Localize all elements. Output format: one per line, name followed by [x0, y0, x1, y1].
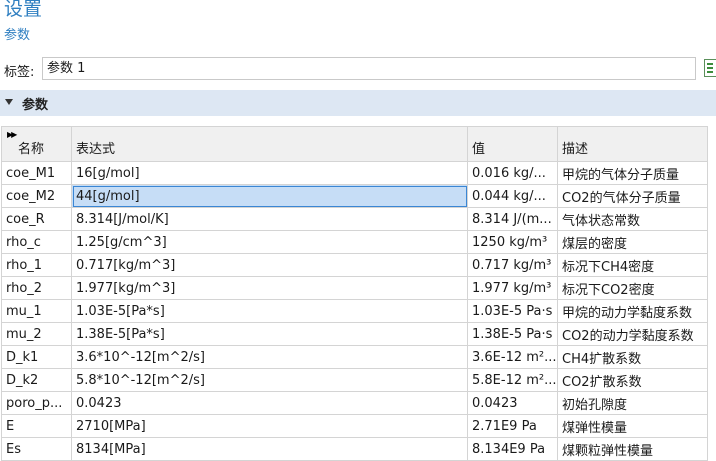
cell-description[interactable]: CO2的气体分子质量: [557, 184, 708, 208]
cell-value: 8.134E9 Pa: [467, 437, 558, 461]
table-row[interactable]: rho_2 1.977[kg/m^3] 1.977 kg/m³ 标况下CO2密度: [1, 276, 708, 300]
cell-name[interactable]: D_k1: [1, 345, 72, 369]
cell-description[interactable]: 甲烷的动力学黏度系数: [557, 299, 708, 323]
table-row[interactable]: mu_1 1.03E-5[Pa*s] 1.03E-5 Pa·s 甲烷的动力学黏度…: [1, 299, 708, 323]
table-row[interactable]: rho_1 0.717[kg/m^3] 0.717 kg/m³ 标况下CH4密度: [1, 253, 708, 277]
table-row[interactable]: D_k1 3.6*10^-12[m^2/s] 3.6E-12 m²... CH4…: [1, 345, 708, 369]
expand-columns-icon[interactable]: ▶▶: [7, 130, 17, 139]
cell-name[interactable]: mu_1: [1, 299, 72, 323]
cell-description[interactable]: CO2扩散系数: [557, 368, 708, 392]
cell-description[interactable]: 初始孔隙度: [557, 391, 708, 415]
cell-name[interactable]: coe_M1: [1, 161, 72, 185]
cell-expression[interactable]: 16[g/mol]: [71, 161, 468, 185]
section-label: 参数: [22, 98, 49, 113]
cell-expression[interactable]: 0.0423: [71, 391, 468, 415]
cell-name[interactable]: rho_1: [1, 253, 72, 277]
cell-name[interactable]: rho_c: [1, 230, 72, 254]
parameters-table: ▶▶ 名称 表达式 值 描述 coe_M1 16[g/mol] 0.016 kg…: [1, 126, 708, 461]
cell-expression[interactable]: 1.03E-5[Pa*s]: [71, 299, 468, 323]
page-subtitle: 参数: [4, 28, 31, 43]
cell-expression[interactable]: 1.977[kg/m^3]: [71, 276, 468, 300]
cell-description[interactable]: CH4扩散系数: [557, 345, 708, 369]
column-header-expression[interactable]: 表达式: [71, 126, 468, 162]
cell-value: 1.977 kg/m³: [467, 276, 558, 300]
table-row[interactable]: Es 8134[MPa] 8.134E9 Pa 煤颗粒弹性模量: [1, 437, 708, 461]
table-row[interactable]: mu_2 1.38E-5[Pa*s] 1.38E-5 Pa·s CO2的动力学黏…: [1, 322, 708, 346]
parameters-section-header[interactable]: 参数: [0, 90, 716, 116]
cell-expression[interactable]: 3.6*10^-12[m^2/s]: [71, 345, 468, 369]
table-row[interactable]: coe_M2 44[g/mol] 0.044 kg/... CO2的气体分子质量: [1, 184, 708, 208]
cell-description[interactable]: 煤颗粒弹性模量: [557, 437, 708, 461]
cell-name[interactable]: coe_R: [1, 207, 72, 231]
cell-description[interactable]: CO2的动力学黏度系数: [557, 322, 708, 346]
cell-value: 2.71E9 Pa: [467, 414, 558, 438]
cell-expression[interactable]: 5.8*10^-12[m^2/s]: [71, 368, 468, 392]
cell-expression[interactable]: 8134[MPa]: [71, 437, 468, 461]
cell-value: 0.044 kg/...: [467, 184, 558, 208]
cell-description[interactable]: 甲烷的气体分子质量: [557, 161, 708, 185]
cell-value: 0.016 kg/...: [467, 161, 558, 185]
cell-name[interactable]: mu_2: [1, 322, 72, 346]
column-header-value[interactable]: 值: [467, 126, 558, 162]
cell-value: 1.03E-5 Pa·s: [467, 299, 558, 323]
cell-description[interactable]: 气体状态常数: [557, 207, 708, 231]
cell-value: 1250 kg/m³: [467, 230, 558, 254]
table-row[interactable]: rho_c 1.25[g/cm^3] 1250 kg/m³ 煤层的密度: [1, 230, 708, 254]
collapse-arrow-icon[interactable]: [5, 99, 13, 105]
cell-expression[interactable]: 0.717[kg/m^3]: [71, 253, 468, 277]
table-row[interactable]: D_k2 5.8*10^-12[m^2/s] 5.8E-12 m²... CO2…: [1, 368, 708, 392]
cell-value: 1.38E-5 Pa·s: [467, 322, 558, 346]
cell-name[interactable]: poro_p...: [1, 391, 72, 415]
cell-expression[interactable]: 1.25[g/cm^3]: [71, 230, 468, 254]
cell-name[interactable]: E: [1, 414, 72, 438]
column-header-description[interactable]: 描述: [557, 126, 708, 162]
cell-expression[interactable]: 1.38E-5[Pa*s]: [71, 322, 468, 346]
cell-name[interactable]: Es: [1, 437, 72, 461]
page-title: 设置: [4, 0, 43, 20]
cell-description[interactable]: 标况下CH4密度: [557, 253, 708, 277]
list-icon[interactable]: [704, 59, 716, 77]
cell-description[interactable]: 标况下CO2密度: [557, 276, 708, 300]
cell-name[interactable]: coe_M2: [1, 184, 72, 208]
cell-expression[interactable]: 8.314[J/mol/K]: [71, 207, 468, 231]
label-row: 标签: 参数 1: [0, 57, 716, 81]
cell-expression-selected[interactable]: 44[g/mol]: [71, 184, 468, 208]
cell-description[interactable]: 煤弹性模量: [557, 414, 708, 438]
table-row[interactable]: E 2710[MPa] 2.71E9 Pa 煤弹性模量: [1, 414, 708, 438]
label-caption: 标签:: [4, 65, 35, 80]
table-row[interactable]: coe_R 8.314[J/mol/K] 8.314 J/(m... 气体状态常…: [1, 207, 708, 231]
cell-value: 0.0423: [467, 391, 558, 415]
table-row[interactable]: poro_p... 0.0423 0.0423 初始孔隙度: [1, 391, 708, 415]
table-header-row: ▶▶ 名称 表达式 值 描述: [1, 126, 708, 162]
cell-name[interactable]: D_k2: [1, 368, 72, 392]
cell-value: 5.8E-12 m²...: [467, 368, 558, 392]
cell-value: 3.6E-12 m²...: [467, 345, 558, 369]
column-header-name[interactable]: ▶▶ 名称: [1, 126, 72, 162]
cell-name[interactable]: rho_2: [1, 276, 72, 300]
cell-value: 8.314 J/(m...: [467, 207, 558, 231]
table-row[interactable]: coe_M1 16[g/mol] 0.016 kg/... 甲烷的气体分子质量: [1, 161, 708, 185]
cell-expression[interactable]: 2710[MPa]: [71, 414, 468, 438]
label-input[interactable]: 参数 1: [42, 57, 696, 80]
cell-description[interactable]: 煤层的密度: [557, 230, 708, 254]
cell-value: 0.717 kg/m³: [467, 253, 558, 277]
